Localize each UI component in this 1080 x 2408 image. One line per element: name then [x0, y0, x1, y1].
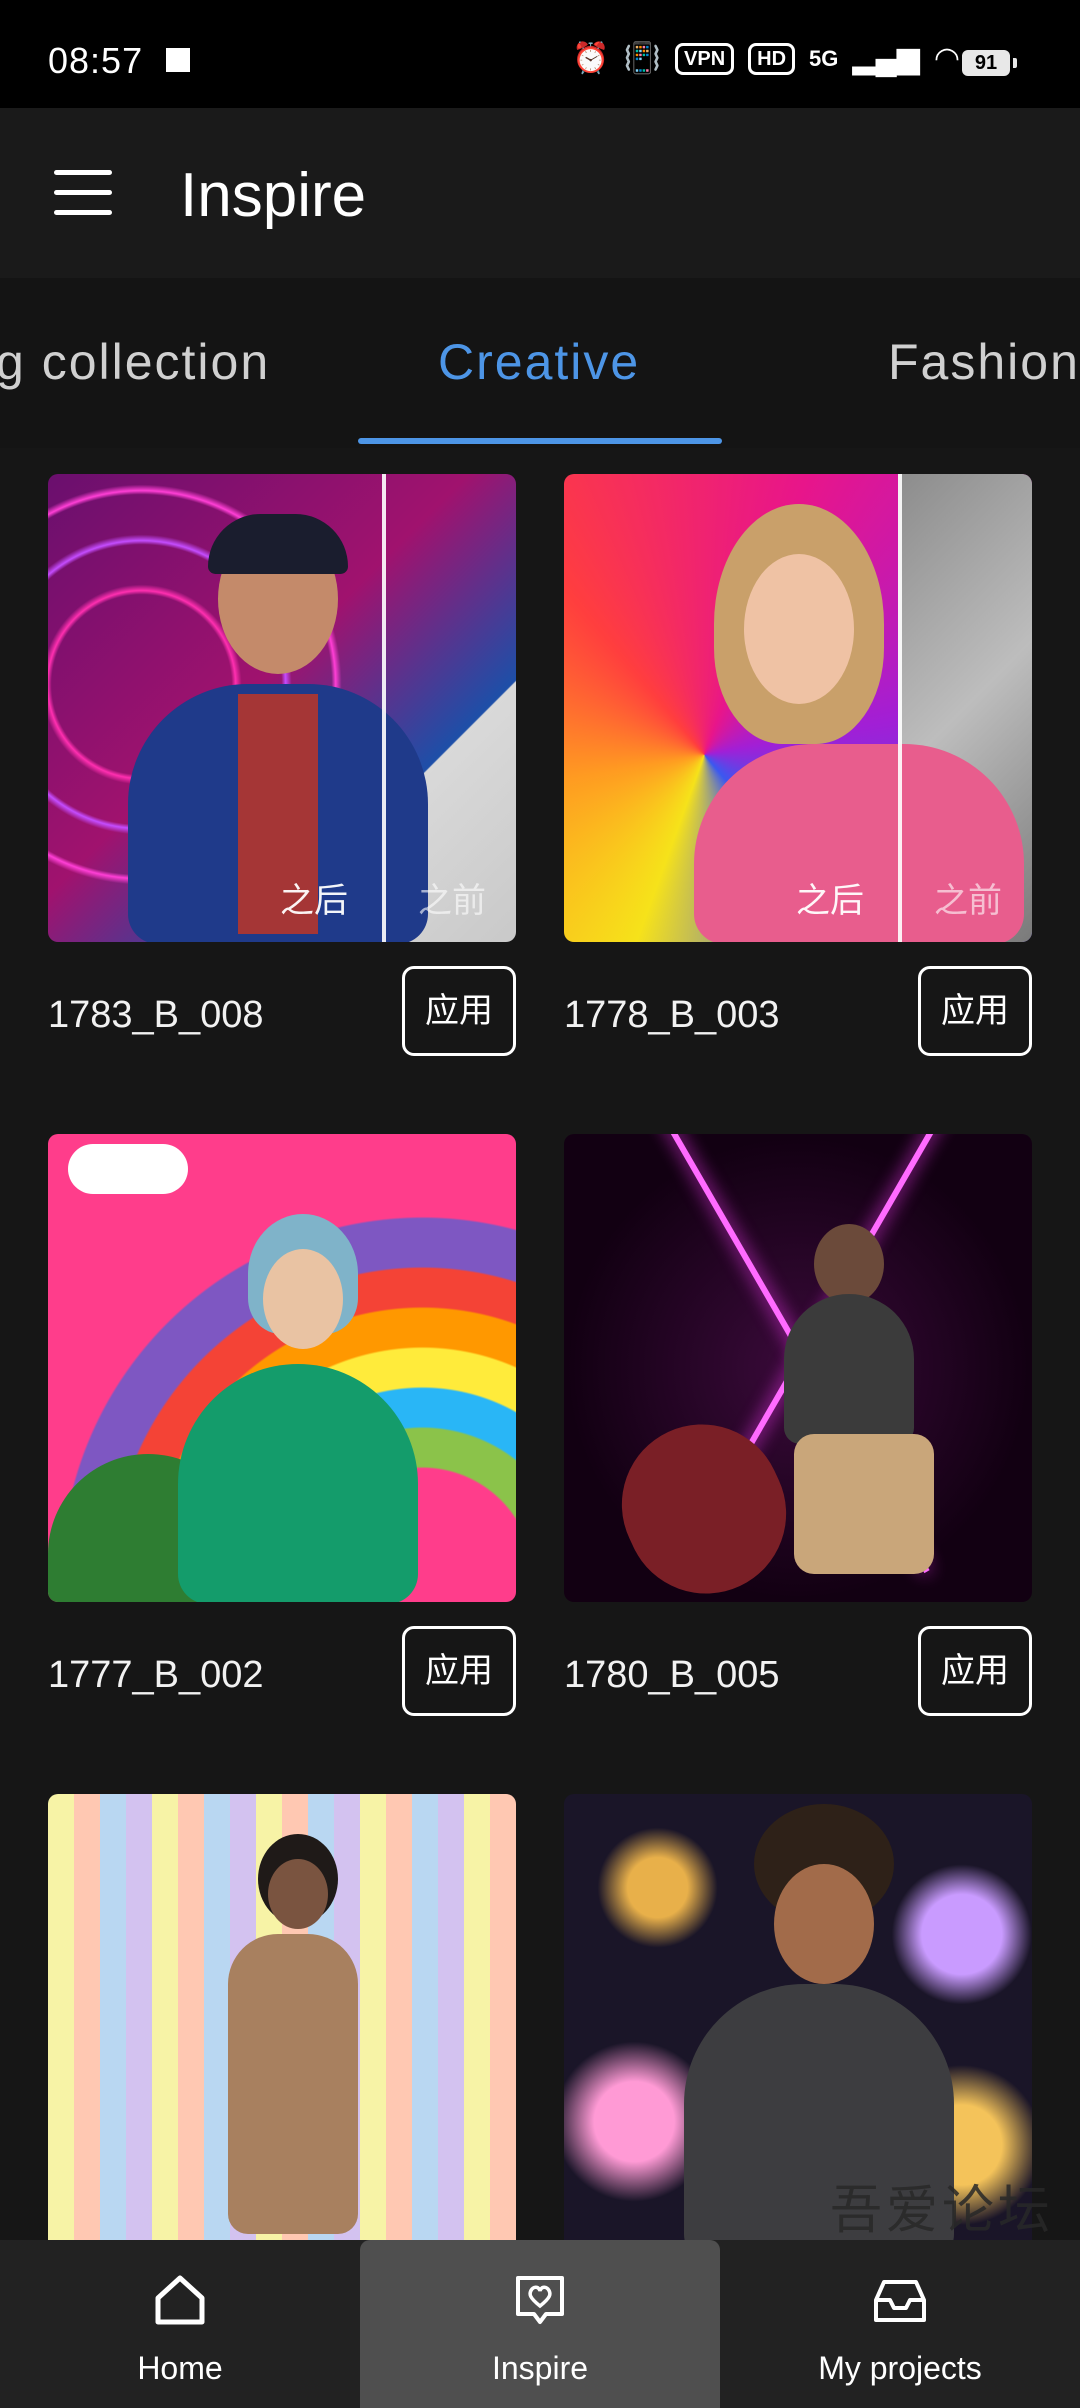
- tab-creative[interactable]: Creative: [438, 333, 640, 391]
- portrait-image: [108, 494, 428, 942]
- apply-button[interactable]: 应用: [918, 966, 1032, 1056]
- bottom-navigation: Home Inspire My projects: [0, 2240, 1080, 2408]
- network-type: 5G: [809, 46, 839, 71]
- template-thumbnail[interactable]: 之后 之前: [48, 474, 516, 942]
- home-icon: [155, 2275, 205, 2325]
- app-bar: Inspire: [0, 108, 1080, 278]
- template-thumbnail[interactable]: [564, 1134, 1032, 1602]
- before-label: 之前: [418, 882, 486, 920]
- status-bar: 08:57 ⏰ 📳 VPN HD 5G ▂▄▆ ◠ 91: [0, 0, 1080, 108]
- vibrate-icon: 📳: [623, 42, 662, 75]
- portrait-image: [168, 1214, 428, 1602]
- nav-home-label: Home: [137, 2350, 223, 2386]
- battery-icon: 91: [962, 50, 1017, 76]
- nav-home[interactable]: Home: [0, 2240, 360, 2408]
- tab-collection[interactable]: g collection: [0, 333, 270, 391]
- after-label: 之后: [280, 882, 348, 920]
- portrait-image: [595, 1154, 1014, 1602]
- inbox-icon: [874, 2280, 926, 2322]
- heart-chat-icon: [516, 2276, 564, 2324]
- signal-icon: ▂▄▆: [852, 42, 920, 75]
- vpn-badge: VPN: [675, 43, 735, 75]
- template-name: 1778_B_003: [564, 994, 780, 1036]
- page-title: Inspire: [180, 161, 367, 230]
- apply-button[interactable]: 应用: [402, 966, 516, 1056]
- tab-fashion[interactable]: Fashion: [888, 333, 1080, 391]
- apply-button[interactable]: 应用: [918, 1626, 1032, 1716]
- nav-inspire-label: Inspire: [491, 2350, 589, 2386]
- status-time: 08:57: [48, 40, 144, 81]
- portrait-image: [188, 1834, 388, 2254]
- hd-badge: HD: [748, 43, 796, 75]
- before-label: 之前: [934, 882, 1002, 920]
- template-name: 1783_B_008: [48, 994, 264, 1036]
- nav-my-projects[interactable]: My projects: [720, 2240, 1080, 2408]
- compare-divider[interactable]: [382, 474, 386, 942]
- template-thumbnail[interactable]: [48, 1134, 516, 1602]
- apply-button[interactable]: 应用: [402, 1626, 516, 1716]
- template-thumbnail[interactable]: [48, 1794, 516, 2262]
- watermark: 吾爱论坛: [830, 2181, 1055, 2241]
- template-name: 1777_B_002: [48, 1654, 264, 1696]
- menu-icon[interactable]: [54, 170, 112, 216]
- wifi-icon: ◠: [933, 42, 960, 75]
- template-thumbnail[interactable]: 之后 之前: [564, 474, 1032, 942]
- status-icons: ⏰ 📳 VPN HD 5G ▂▄▆ ◠: [572, 42, 960, 76]
- alarm-icon: ⏰: [572, 42, 610, 75]
- after-label: 之后: [796, 882, 864, 920]
- nav-inspire[interactable]: Inspire: [360, 2240, 720, 2408]
- nav-my-projects-label: My projects: [818, 2350, 982, 2386]
- active-tab-indicator: [358, 438, 722, 444]
- template-name: 1780_B_005: [564, 1654, 780, 1696]
- notification-icon: [166, 48, 190, 72]
- compare-divider[interactable]: [898, 474, 902, 942]
- category-tabs: g collection Creative Fashion: [0, 278, 1080, 448]
